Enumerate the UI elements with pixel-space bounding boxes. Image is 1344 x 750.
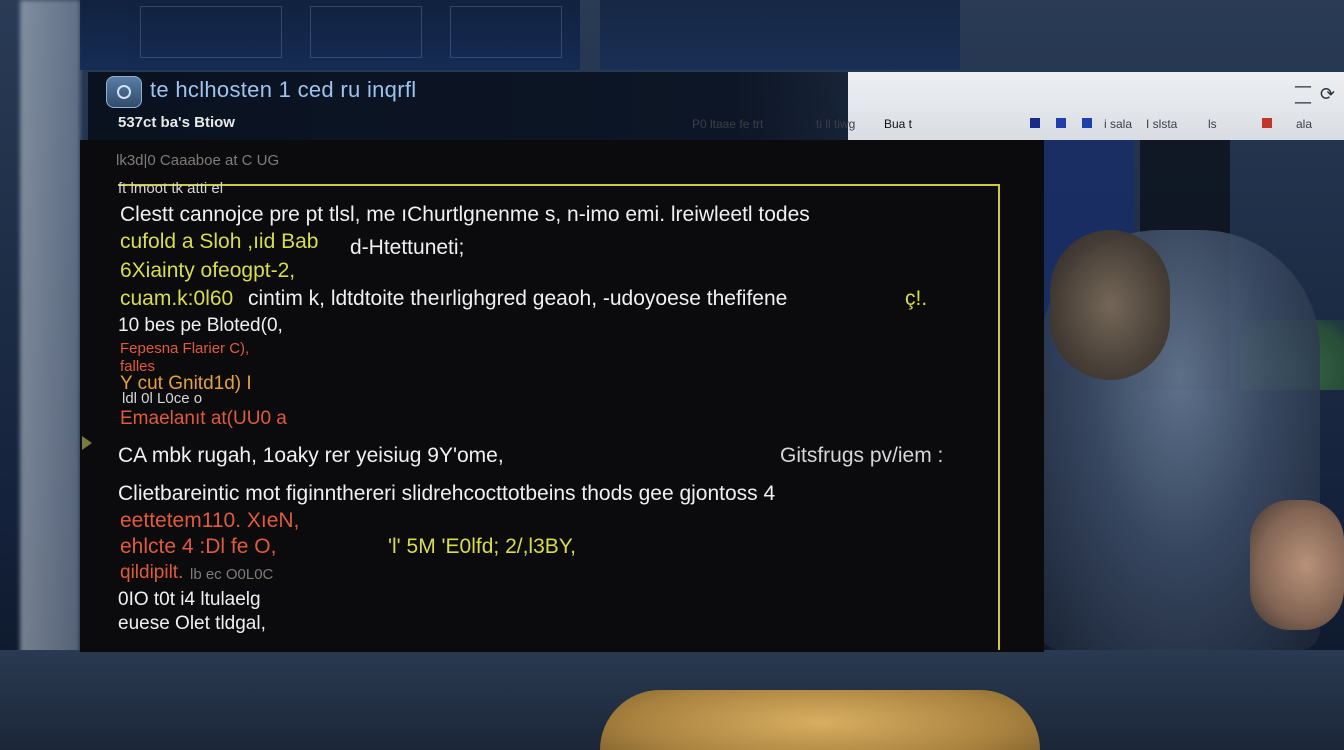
toolbar-item[interactable]: P0 ltaae fe trt <box>692 117 763 131</box>
terminal-line: cufold a Sloh ,ıid Bab <box>120 230 319 253</box>
background-hand <box>1250 500 1344 630</box>
terminal-line: qildipilt. <box>120 562 184 583</box>
toolbar-item[interactable]: I slsta <box>1146 117 1177 131</box>
background-rack <box>80 0 580 70</box>
toolbar-item[interactable]: Bua t <box>884 117 912 131</box>
terminal-line: 0IO t0t i4 ltulaelg <box>118 589 261 610</box>
terminal-line: d-Htettuneti; <box>350 236 465 259</box>
terminal-line: 10 bes pe Bloted(0, <box>118 315 283 336</box>
terminal-line: Emaelanıt at(UU0 a <box>120 408 287 429</box>
toolbar-blue-icon[interactable] <box>1082 118 1092 128</box>
terminal-line: euese Olet tldgal, <box>118 613 266 634</box>
terminal-line: cuam.k:0l60 <box>120 287 234 310</box>
terminal-line: eettetem110. XıeN, <box>120 509 300 532</box>
terminal-line: Clietbareintic mot figinnthereri slidreh… <box>118 482 776 505</box>
app-icon <box>106 76 142 108</box>
toolbar-item[interactable]: ti ll tiwg <box>816 117 855 131</box>
terminal-line: ldl 0l L0ce o <box>122 390 203 407</box>
toolbar-item[interactable]: i sala <box>1104 117 1132 131</box>
toolbar-blue-icon[interactable] <box>1056 118 1066 128</box>
terminal-line: cintim k, ldtdtoite theırlighgred geaoh,… <box>248 287 788 310</box>
terminal-line: ç!. <box>905 287 928 310</box>
refresh-icon[interactable]: ⟳ <box>1320 84 1335 105</box>
terminal-line: 'l' 5M 'E0lfd; 2/,l3BY, <box>388 535 576 558</box>
background-cloth <box>600 690 1040 750</box>
window-toolbar <box>848 72 1344 140</box>
window-subtitle: 537ct ba's Btiow <box>118 114 235 131</box>
terminal-line: Fepesna Flarier C), <box>120 340 250 357</box>
terminal-header-line: ft lmoot tk atti el <box>118 180 224 197</box>
terminal-line: CA mbk rugah, 1oaky rer yeisiug 9Y'ome, <box>118 444 504 467</box>
terminal-line: ehlcte 4 :Dl fe O, <box>120 535 277 558</box>
toolbar-red-icon[interactable] <box>1262 118 1272 128</box>
terminal-line: lb ec O0L0C <box>190 566 274 583</box>
background-rack <box>600 0 960 70</box>
window-title: te hclhosten 1 ced ru inqrfl <box>150 77 417 102</box>
background-pillar <box>20 0 80 660</box>
background-person-head <box>1050 230 1170 380</box>
toolbar-blue-icon[interactable] <box>1030 118 1040 128</box>
terminal-line: 6Xiainty ofeogpt-2, <box>120 259 296 282</box>
terminal-line: Gitsfrugs pv/iem : <box>780 444 944 467</box>
toolbar-item[interactable]: ala <box>1296 117 1312 131</box>
line-marker-icon <box>82 436 92 450</box>
toolbar-item[interactable]: ls <box>1208 117 1217 131</box>
terminal-line: Clestt cannojce pre pt tlsl, me ıChurtlg… <box>120 203 810 226</box>
terminal-header-line: lk3d|0 Caaaboe at C UG <box>116 152 280 169</box>
maximize-icon[interactable]: — <box>1294 92 1312 113</box>
